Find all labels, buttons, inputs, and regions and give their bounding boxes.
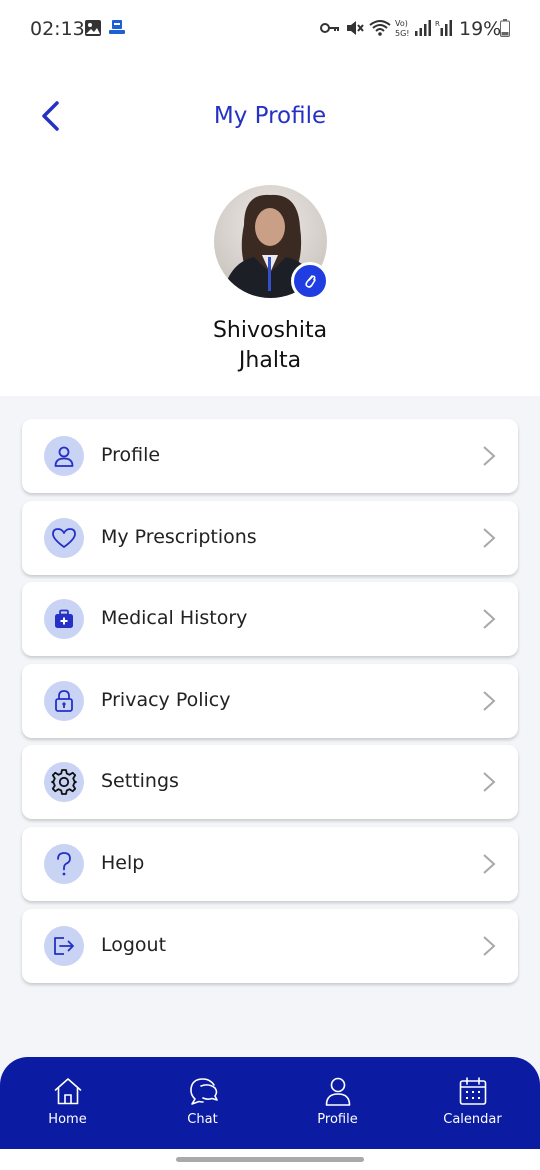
paperclip-icon <box>305 275 316 288</box>
user-last-name: Jhalta <box>238 348 302 373</box>
user-first-name: Shivoshita <box>212 318 328 343</box>
user-name: Shivoshita Jhalta <box>0 316 540 376</box>
menu-item-label: Settings <box>101 770 179 793</box>
chevron-right-icon <box>482 527 496 554</box>
chevron-right-icon <box>482 445 496 472</box>
nav-label: Home <box>48 1112 87 1127</box>
nav-chat[interactable]: Chat <box>135 1057 270 1149</box>
nav-label: Calendar <box>443 1112 502 1127</box>
nav-profile[interactable]: Profile <box>270 1057 405 1149</box>
signal-icon <box>414 19 432 42</box>
chevron-right-icon <box>482 690 496 717</box>
menu-item-label: Help <box>101 851 145 874</box>
nav-calendar[interactable]: Calendar <box>405 1057 540 1149</box>
status-bar: 02:13 Vo) 5G! R 19% <box>0 0 540 58</box>
menu-item-help[interactable]: Help <box>22 826 518 901</box>
battery-icon <box>500 19 510 42</box>
calendar-icon <box>458 1075 488 1107</box>
menu-item-profile[interactable]: Profile <box>22 419 518 493</box>
nav-home[interactable]: Home <box>0 1057 135 1149</box>
avatar-edit-button[interactable] <box>291 262 329 300</box>
svg-text:5G!: 5G! <box>395 29 410 38</box>
question-icon <box>44 843 84 884</box>
mute-icon <box>345 19 365 42</box>
chat-icon <box>187 1075 219 1107</box>
volte-icon: Vo) 5G! <box>395 18 413 43</box>
menu-item-medical-history[interactable]: Medical History <box>22 582 518 657</box>
user-icon <box>44 436 84 476</box>
nav-label: Profile <box>317 1112 358 1127</box>
key-icon <box>319 19 341 42</box>
logout-icon <box>44 925 84 966</box>
wifi-icon <box>368 19 392 42</box>
menu-item-settings[interactable]: Settings <box>22 745 518 820</box>
menu-item-logout[interactable]: Logout <box>22 908 518 983</box>
svg-text:R: R <box>435 20 440 28</box>
profile-menu: Profile My Prescriptions Medical History… <box>22 419 518 990</box>
page-title: My Profile <box>213 103 327 129</box>
medical-bag-icon <box>44 599 84 640</box>
menu-item-label: Medical History <box>101 607 248 630</box>
bottom-nav: Home Chat Profile Calendar <box>0 1057 540 1149</box>
home-icon <box>53 1075 83 1107</box>
image-icon <box>84 19 102 42</box>
svg-text:Vo): Vo) <box>395 19 408 28</box>
menu-item-my-prescriptions[interactable]: My Prescriptions <box>22 500 518 575</box>
menu-item-label: Privacy Policy <box>101 688 231 711</box>
chevron-right-icon <box>482 771 496 798</box>
download-icon <box>108 19 126 42</box>
lock-icon <box>44 680 84 721</box>
home-indicator[interactable] <box>176 1157 364 1162</box>
user-icon <box>324 1075 352 1107</box>
menu-item-privacy-policy[interactable]: Privacy Policy <box>22 663 518 738</box>
chevron-right-icon <box>482 935 496 962</box>
menu-item-label: Profile <box>101 444 161 466</box>
chevron-right-icon <box>482 853 496 880</box>
signal-roaming-icon: R <box>435 19 453 42</box>
menu-item-label: Logout <box>101 933 167 956</box>
menu-item-label: My Prescriptions <box>101 525 257 548</box>
gear-icon <box>44 762 84 803</box>
nav-label: Chat <box>187 1112 218 1127</box>
heart-icon <box>44 517 84 558</box>
battery-percent: 19% <box>459 18 502 40</box>
chevron-right-icon <box>482 608 496 635</box>
status-time: 02:13 <box>30 18 85 40</box>
